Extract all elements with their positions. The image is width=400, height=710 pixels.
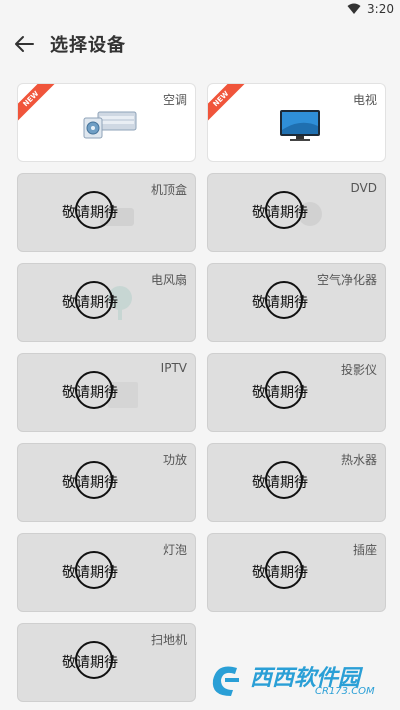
device-label: 电风扇 [150, 273, 187, 287]
coming-soon-label: 敬请期待 [252, 565, 308, 581]
page-title: 选择设备 [50, 35, 126, 56]
device-label: 功放 [162, 453, 187, 467]
coming-soon-label: 敬请期待 [62, 385, 118, 401]
device-label: 灯泡 [162, 543, 187, 557]
device-card-set-top-box[interactable]: 机顶盒 敬请期待 [17, 173, 196, 252]
coming-soon-label: 敬请期待 [62, 565, 118, 581]
watermark-emblem-icon [212, 666, 239, 696]
device-label: 机顶盒 [150, 183, 187, 197]
app-header: 选择设备 [0, 26, 400, 64]
device-label: DVD [350, 181, 377, 195]
device-label: 空气净化器 [316, 273, 377, 287]
status-bar: 3:20 [0, 0, 400, 20]
coming-soon-label: 敬请期待 [62, 205, 118, 221]
device-card-projector[interactable]: 投影仪 敬请期待 [207, 353, 386, 432]
device-card-amplifier[interactable]: 功放 敬请期待 [17, 443, 196, 522]
coming-soon-label: 敬请期待 [252, 475, 308, 491]
watermark-url: CR173.COM [315, 686, 375, 697]
back-arrow-icon[interactable] [12, 32, 36, 56]
air-conditioner-icon [83, 111, 137, 139]
device-card-tv[interactable]: NEW 电视 [207, 83, 386, 162]
device-label: 电视 [352, 93, 377, 107]
coming-soon-label: 敬请期待 [62, 295, 118, 311]
coming-soon-label: 敬请期待 [62, 655, 118, 671]
coming-soon-label: 敬请期待 [62, 475, 118, 491]
new-badge-label: NEW [18, 84, 58, 124]
device-label: 投影仪 [340, 363, 377, 377]
device-card-socket[interactable]: 插座 敬请期待 [207, 533, 386, 612]
device-card-dvd[interactable]: DVD 敬请期待 [207, 173, 386, 252]
device-card-iptv[interactable]: IPTV 敬请期待 [17, 353, 196, 432]
device-card-fan[interactable]: 电风扇 敬请期待 [17, 263, 196, 342]
coming-soon-label: 敬请期待 [252, 295, 308, 311]
device-card-robot-vacuum[interactable]: 扫地机 敬请期待 [17, 623, 196, 702]
device-card-air-conditioner[interactable]: NEW 空调 [17, 83, 196, 162]
new-badge-label: NEW [208, 84, 248, 124]
tv-icon [280, 110, 320, 141]
wifi-icon [347, 3, 361, 14]
device-label: 空调 [162, 93, 187, 107]
device-card-light-bulb[interactable]: 灯泡 敬请期待 [17, 533, 196, 612]
device-label: 扫地机 [150, 633, 187, 647]
device-card-air-purifier[interactable]: 空气净化器 敬请期待 [207, 263, 386, 342]
status-indicators: 3:20 [347, 2, 394, 16]
coming-soon-label: 敬请期待 [252, 385, 308, 401]
new-badge: NEW [208, 84, 248, 124]
coming-soon-label: 敬请期待 [252, 205, 308, 221]
device-label: IPTV [160, 361, 187, 375]
new-badge: NEW [18, 84, 58, 124]
status-time: 3:20 [367, 2, 394, 16]
device-card-water-heater[interactable]: 热水器 敬请期待 [207, 443, 386, 522]
device-label: 插座 [352, 543, 377, 557]
device-label: 热水器 [340, 453, 377, 467]
watermark-logo: 西西软件园 CR173.COM [205, 658, 390, 704]
